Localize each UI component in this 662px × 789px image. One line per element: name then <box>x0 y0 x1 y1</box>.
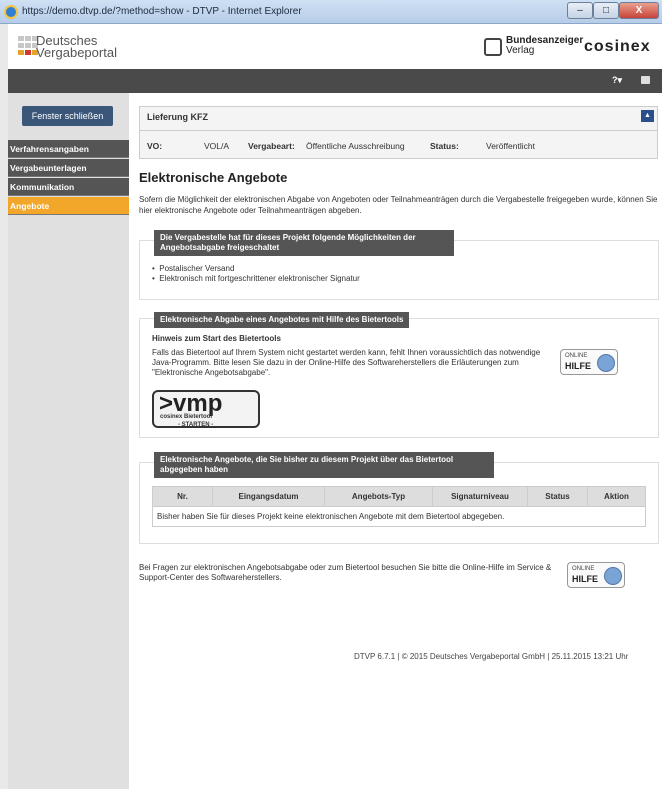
sidebar-item-vergabeunterlagen[interactable]: Vergabeunterlagen <box>8 159 129 177</box>
support-text: Bei Fragen zur elektronischen Angebotsab… <box>139 563 552 582</box>
help-people-icon <box>597 354 615 372</box>
options-section-title: Die Vergabestelle hat für dieses Projekt… <box>154 230 454 256</box>
bundesanzeiger-logo-icon <box>484 38 502 56</box>
vmp-start-button[interactable]: >vmp cosinex Bietertool - STARTEN - <box>152 390 260 428</box>
column-header: Eingangsdatum <box>212 486 325 507</box>
status-label: Status: <box>430 141 459 151</box>
vergabeart-value: Öffentliche Ausschreibung <box>306 141 405 151</box>
online-help-button[interactable]: ONLINE HILFE <box>560 349 618 375</box>
vo-label: VO: <box>147 141 163 151</box>
internet-explorer-icon <box>4 5 18 19</box>
help-menu-button[interactable]: ?▾ <box>612 75 622 86</box>
close-window-link-button[interactable]: Fenster schließen <box>22 106 113 126</box>
offers-table: Nr. Eingangsdatum Angebots-Typ Signaturn… <box>152 486 646 527</box>
hint-text: Falls das Bietertool auf Ihrem System ni… <box>152 348 541 377</box>
intro-text: Sofern die Möglichkeit der elektronische… <box>139 195 658 215</box>
maximize-button[interactable]: □ <box>593 2 619 19</box>
options-list: Postalischer Versand Elektronisch mit fo… <box>152 264 360 284</box>
status-value: Veröffentlicht <box>486 141 535 151</box>
vergabeart-label: Vergabeart: <box>248 141 295 151</box>
bundesanzeiger-logo-text: Bundesanzeiger Verlag <box>506 35 584 56</box>
vo-value: VOL/A <box>204 141 230 151</box>
site-header: Deutsches Vergabeportal Bundesanzeiger V… <box>8 24 662 69</box>
dtvp-logo-text: Deutsches Vergabeportal <box>36 33 117 60</box>
column-header: Status <box>527 486 588 507</box>
hint-title: Hinweis zum Start des Bietertools <box>152 334 281 343</box>
sidebar-item-kommunikation[interactable]: Kommunikation <box>8 178 129 196</box>
bietertool-section-title: Elektronische Abgabe eines Angebotes mit… <box>154 312 410 328</box>
project-info-box: Lieferung KFZ ▲ VO: VOL/A Vergabeart: Öf… <box>139 106 658 159</box>
top-toolbar: ?▾ <box>8 69 662 93</box>
table-header-row: Nr. Eingangsdatum Angebots-Typ Signaturn… <box>152 486 646 507</box>
window-title: https://demo.dtvp.de/?method=show - DTVP… <box>22 6 302 17</box>
list-item: Postalischer Versand <box>152 264 360 274</box>
empty-table-message: Bisher haben Sie für dieses Projekt kein… <box>152 506 646 527</box>
collapse-toggle-icon[interactable]: ▲ <box>641 110 654 122</box>
sidebar-item-angebote[interactable]: Angebote <box>8 197 129 215</box>
close-window-button[interactable]: X <box>619 2 659 19</box>
online-help-button-bottom[interactable]: ONLINE HILFE <box>567 562 625 588</box>
column-header: Nr. <box>152 486 213 507</box>
print-icon[interactable] <box>641 76 650 84</box>
browser-title-bar: https://demo.dtvp.de/?method=show - DTVP… <box>0 0 662 24</box>
cosinex-logo: cosinex <box>584 38 651 55</box>
page-footer: DTVP 6.7.1 | © 2015 Deutsches Vergabepor… <box>354 652 629 661</box>
sidebar-item-verfahrensangaben[interactable]: Verfahrensangaben <box>8 140 129 158</box>
project-title: Lieferung KFZ <box>147 112 208 122</box>
table-row: Bisher haben Sie für dieses Projekt kein… <box>152 506 646 527</box>
column-header: Angebots-Typ <box>324 486 433 507</box>
list-item: Elektronisch mit fortgeschrittener elekt… <box>152 274 360 284</box>
help-people-icon <box>604 567 622 585</box>
column-header: Aktion <box>587 486 646 507</box>
submitted-offers-title: Elektronische Angebote, die Sie bisher z… <box>154 452 494 478</box>
page-title: Elektronische Angebote <box>139 170 288 185</box>
column-header: Signaturniveau <box>432 486 528 507</box>
minimize-button[interactable]: – <box>567 2 593 19</box>
